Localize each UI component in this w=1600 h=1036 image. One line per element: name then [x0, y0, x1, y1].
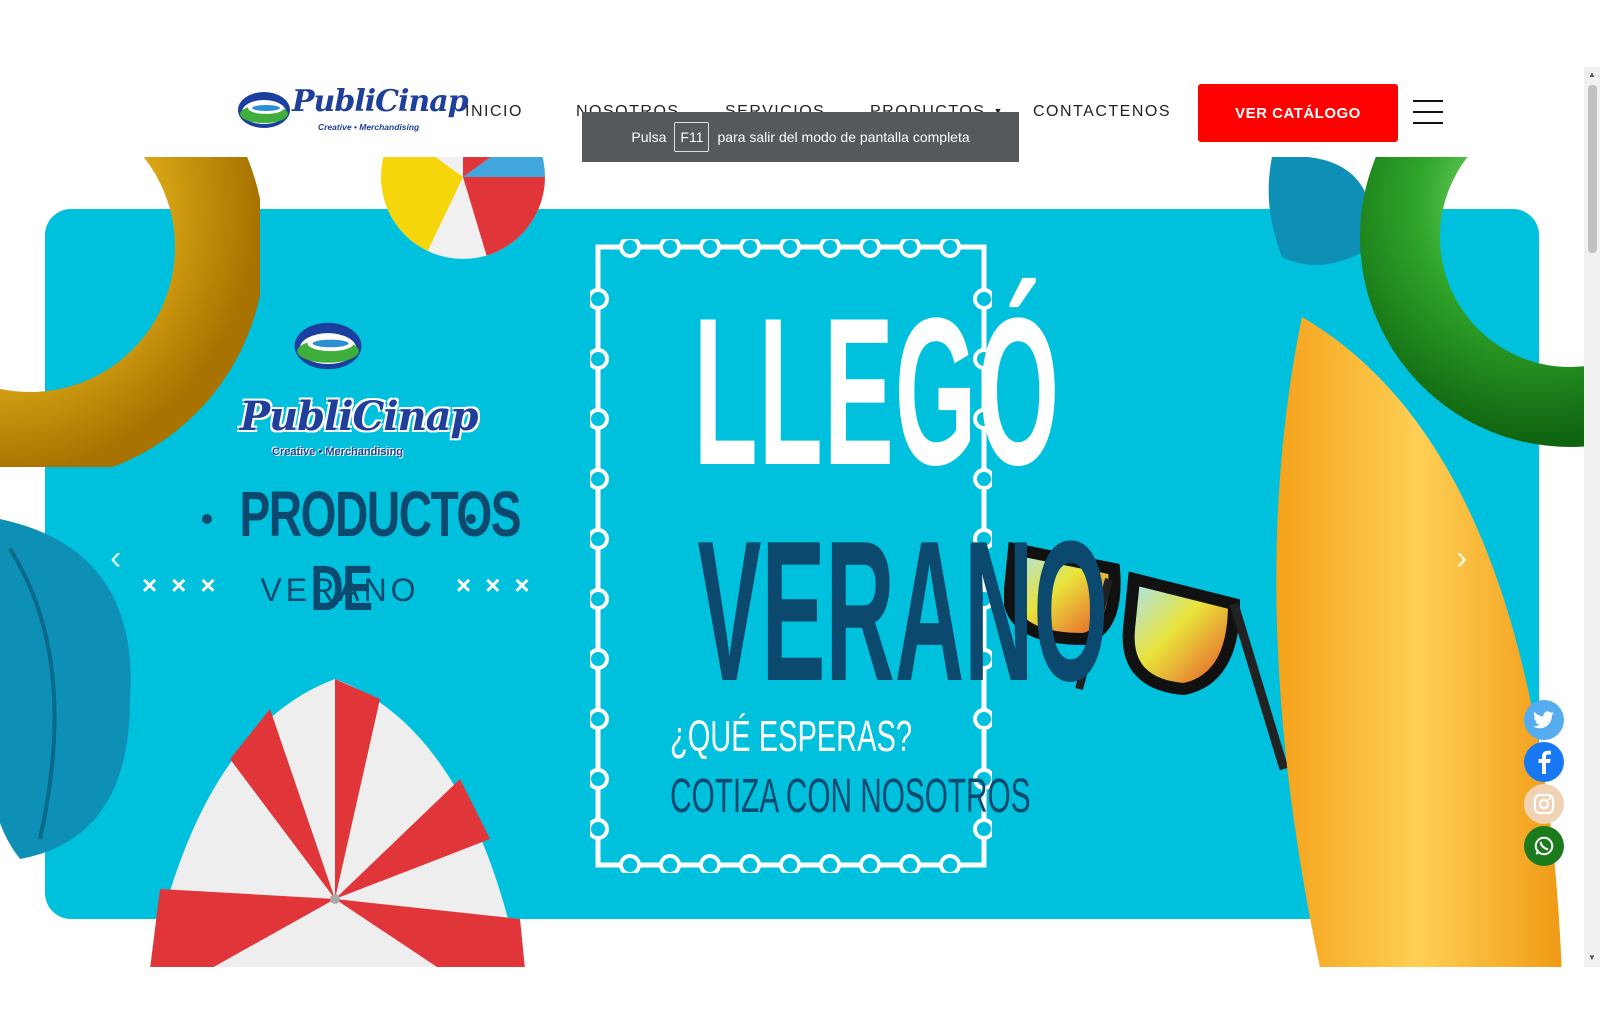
hamburger-icon[interactable] — [1413, 100, 1443, 126]
hero-slider: PubliCinap Creative • Merchandising PROD… — [0, 157, 1584, 967]
chevron-left-icon[interactable]: ‹ — [110, 539, 121, 578]
beach-umbrella-icon — [150, 679, 525, 967]
logo-swirl-icon — [238, 92, 290, 128]
facebook-icon[interactable] — [1524, 742, 1564, 782]
dot-right — [466, 514, 476, 524]
whatsapp-icon[interactable] — [1524, 826, 1564, 866]
instagram-icon[interactable] — [1524, 784, 1564, 824]
decor-x-right: ××× — [456, 570, 544, 600]
scroll-up-icon[interactable]: ▲ — [1588, 70, 1596, 79]
nav-inicio[interactable]: INICIO — [465, 103, 523, 121]
headline-verano: VERANO — [697, 512, 1108, 712]
f11-key: F11 — [674, 122, 710, 152]
cotiza-text: COTIZA CON NOSOTROS — [670, 770, 1031, 823]
nav-contactenos[interactable]: CONTACTENOS — [1033, 103, 1171, 121]
fullscreen-notice-prefix: Pulsa — [631, 129, 667, 145]
chevron-right-icon[interactable]: › — [1456, 539, 1467, 578]
dot-left — [202, 514, 212, 524]
headline-llego: LLEGÓ — [693, 274, 1061, 509]
question-text: ¿QUÉ ESPERAS? — [669, 712, 913, 761]
scroll-thumb[interactable] — [1588, 85, 1597, 253]
ver-catalogo-button[interactable]: VER CATÁLOGO — [1198, 84, 1398, 142]
vertical-scrollbar[interactable]: ▲ ▼ — [1584, 67, 1600, 967]
fullscreen-notice-suffix: para salir del modo de pantalla completa — [717, 129, 970, 145]
scroll-down-icon[interactable]: ▼ — [1588, 953, 1596, 962]
hero-logo-text: PubliCinap — [240, 393, 479, 440]
beach-ball-icon — [381, 157, 545, 259]
fullscreen-notice: Pulsa F11 para salir del modo de pantall… — [582, 112, 1019, 162]
hero-logo-tagline: Creative • Merchandising — [272, 446, 404, 458]
twitter-icon[interactable] — [1524, 700, 1564, 740]
tropical-leaf-icon — [0, 519, 131, 859]
logo-text: PubliCinap — [292, 84, 469, 119]
site-logo[interactable]: PubliCinap Creative • Merchandising — [236, 84, 469, 136]
gold-float-ring-icon — [0, 157, 260, 467]
hero-logo-swirl-icon — [294, 322, 362, 370]
logo-tagline: Creative • Merchandising — [318, 122, 420, 132]
surfboard-icon — [1276, 317, 1562, 967]
